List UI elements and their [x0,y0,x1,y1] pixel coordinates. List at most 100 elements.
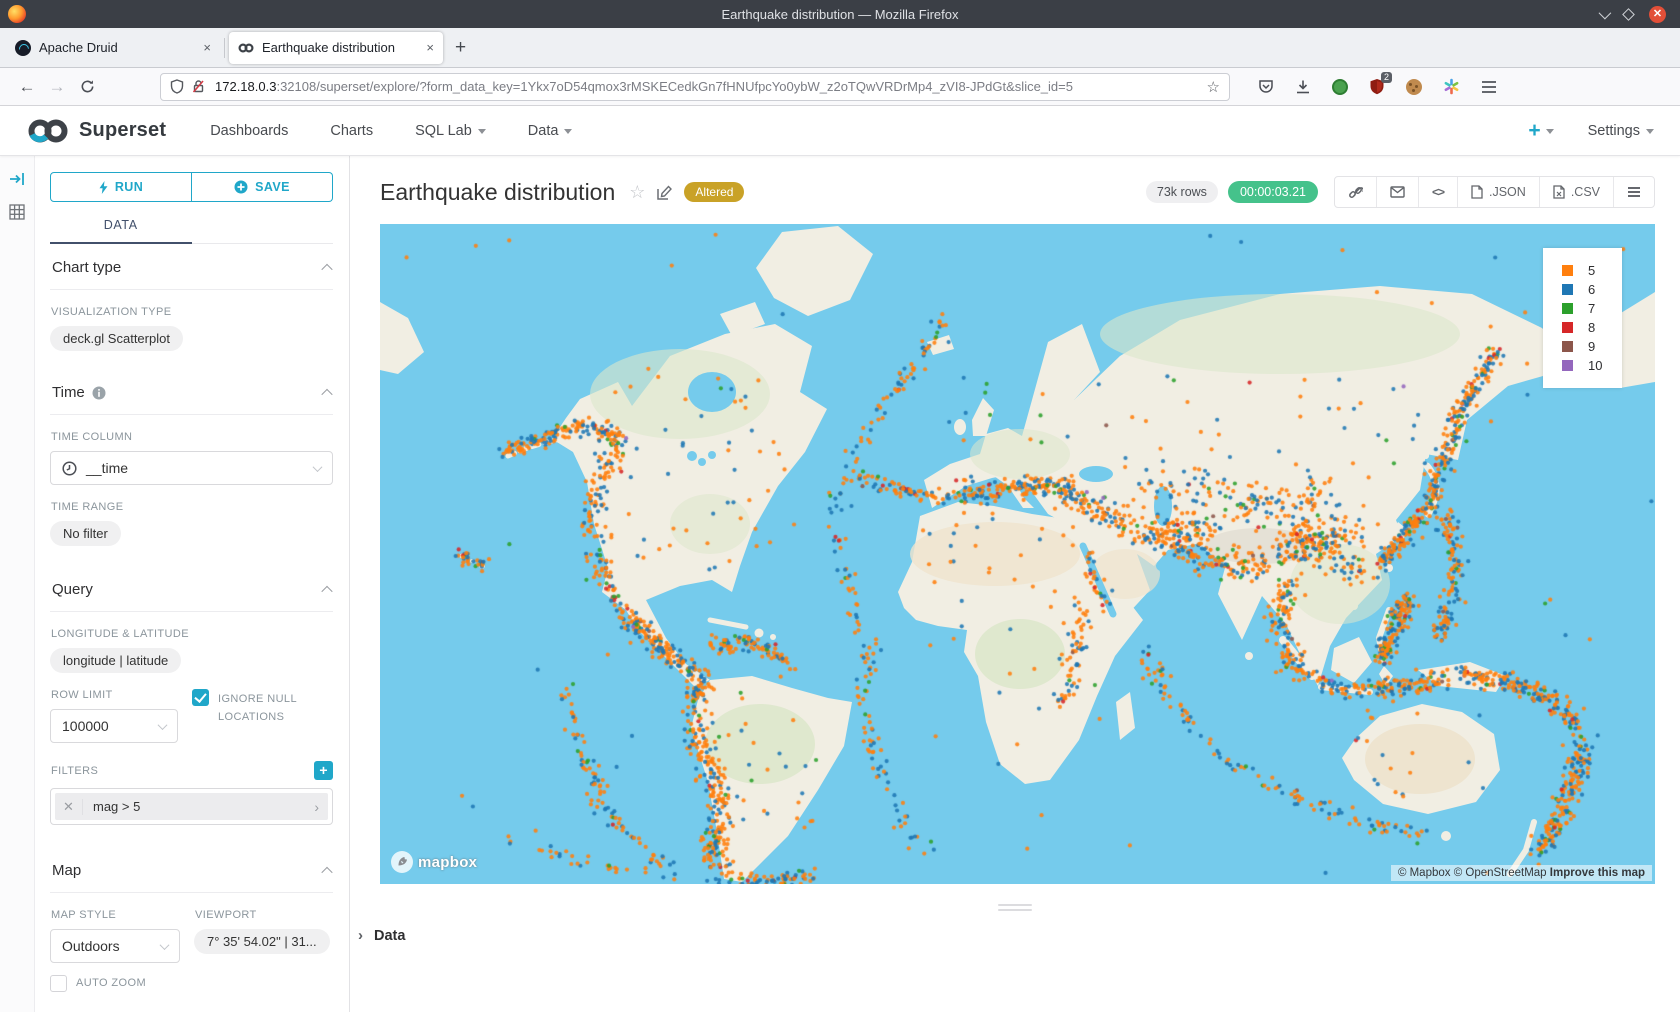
browser-tab-earthquake[interactable]: Earthquake distribution × [229,32,443,64]
downloads-icon[interactable] [1295,79,1311,95]
forward-button[interactable]: → [42,77,72,97]
collapse-panel-icon[interactable] [9,172,25,186]
legend-item: 6 [1562,281,1622,298]
favorite-star-icon[interactable]: ☆ [629,182,645,203]
map-attribution[interactable]: © Mapbox © OpenStreetMap Improve this ma… [1391,865,1652,881]
section-query[interactable]: Query [50,566,333,612]
legend-swatch [1562,303,1573,314]
window-minimize-icon[interactable] [1599,6,1612,19]
pocket-icon[interactable] [1258,79,1274,95]
time-range-value[interactable]: No filter [50,521,121,546]
legend-item: 9 [1562,338,1622,355]
left-icon-rail [0,156,35,1012]
time-column-select[interactable]: __time [50,451,333,485]
row-count-badge: 73k rows [1146,181,1218,203]
save-button[interactable]: SAVE [192,172,333,202]
new-tab-button[interactable]: + [455,37,466,59]
ignore-null-checkbox[interactable] [192,689,209,706]
run-button[interactable]: RUN [50,172,192,202]
embed-code-button[interactable]: <> [1418,177,1457,207]
tab-data[interactable]: DATA [50,218,192,244]
export-csv-button[interactable]: .CSV [1539,177,1613,207]
new-item-button[interactable]: + [1528,119,1553,143]
ublock-badge: 2 [1381,72,1392,83]
add-filter-button[interactable]: + [314,761,333,780]
data-results-panel[interactable]: › Data [358,927,1680,944]
lightning-bolt-icon [99,181,108,194]
ublock-shield-icon[interactable]: 2 [1369,78,1385,95]
nav-item-charts[interactable]: Charts [330,123,373,139]
map-style-select[interactable]: Outdoors [50,929,180,963]
window-maximize-icon[interactable] [1622,8,1635,21]
remove-filter-icon[interactable]: ✕ [55,799,83,815]
chevron-down-icon [1546,129,1554,134]
nav-item-sql-lab[interactable]: SQL Lab [415,123,486,139]
panel-resize-handle[interactable] [998,904,1032,911]
legend-swatch [1562,322,1573,333]
back-button[interactable]: ← [12,77,42,97]
viewport-value[interactable]: 7° 35' 54.02" | 31... [194,929,330,954]
nav-item-data[interactable]: Data [528,123,573,139]
export-json-button[interactable]: .JSON [1457,177,1539,207]
settings-menu[interactable]: Settings [1588,123,1654,139]
insecure-lock-icon[interactable] [191,79,206,94]
tab-close-icon[interactable]: × [426,40,434,55]
time-column-label: TIME COLUMN [51,431,333,443]
legend-item: 5 [1562,262,1622,279]
chart-main-area: Earthquake distribution ☆ Altered 73k ro… [350,156,1680,1012]
extension-green-icon[interactable] [1332,79,1348,95]
superset-favicon [238,40,254,56]
colorful-asterisk-extension-icon[interactable] [1443,78,1460,95]
url-bar[interactable]: 172.18.0.3:32108/superset/explore/?form_… [160,73,1230,101]
edit-properties-icon[interactable] [657,185,672,200]
tab-close-icon[interactable]: × [203,40,211,55]
filter-item[interactable]: ✕ mag > 5 › [55,793,328,820]
chevron-right-icon: › [358,927,363,944]
browser-tab-apache-druid[interactable]: Apache Druid × [6,32,220,64]
browser-tabstrip: Apache Druid × Earthquake distribution ×… [0,28,1680,68]
link-icon [1348,185,1363,200]
email-button[interactable] [1376,177,1418,207]
lonlat-value[interactable]: longitude | latitude [50,648,181,673]
section-chart-type[interactable]: Chart type [50,244,333,290]
hamburger-menu-icon[interactable] [1481,80,1497,94]
chevron-down-icon [478,129,486,134]
info-icon [92,386,106,400]
mapbox-logo[interactable]: mapbox [390,850,477,874]
legend-swatch [1562,360,1573,371]
earthquake-points-layer [380,224,1655,884]
chevron-down-icon [313,462,323,472]
legend-swatch [1562,284,1573,295]
shield-permissions-icon[interactable] [170,79,184,94]
dataset-grid-icon[interactable] [9,204,25,220]
bookmark-star-icon[interactable]: ☆ [1207,78,1220,96]
map-style-label: MAP STYLE [51,909,180,921]
tab-label: Apache Druid [39,40,118,55]
chart-menu-button[interactable] [1613,177,1654,207]
viz-type-value[interactable]: deck.gl Scatterplot [50,326,183,351]
cookie-extension-icon[interactable] [1406,79,1422,95]
row-limit-label: ROW LIMIT [51,689,178,701]
time-range-label: TIME RANGE [51,501,333,513]
auto-zoom-checkbox[interactable] [50,975,67,992]
altered-badge[interactable]: Altered [684,182,744,202]
superset-infinity-icon [26,116,70,146]
filters-label: FILTERS [51,765,98,777]
viewport-label: VIEWPORT [195,909,333,921]
nav-item-dashboards[interactable]: Dashboards [210,123,288,139]
superset-logo[interactable]: Superset [26,116,166,146]
query-timer-badge: 00:00:03.21 [1228,181,1318,203]
superset-navbar: Superset Dashboards Charts SQL Lab Data … [0,106,1680,156]
viz-type-label: VISUALIZATION TYPE [51,306,333,318]
tab-separator [224,38,225,58]
url-host: 172.18.0.3 [215,79,276,94]
window-close-button[interactable]: ✕ [1649,6,1666,23]
filter-expression: mag > 5 [83,799,314,814]
copy-link-button[interactable] [1335,177,1376,207]
row-limit-select[interactable]: 100000 [50,709,178,743]
control-panel-sidebar: RUN SAVE DATA Chart type VISUALIZATION T… [35,156,350,1012]
section-time[interactable]: Time [50,369,333,415]
section-map[interactable]: Map [50,847,333,893]
deckgl-scatterplot-map[interactable]: 5 6 7 8 9 10 mapbox © Mapbox © OpenStree… [380,224,1655,884]
reload-button[interactable] [72,79,102,94]
